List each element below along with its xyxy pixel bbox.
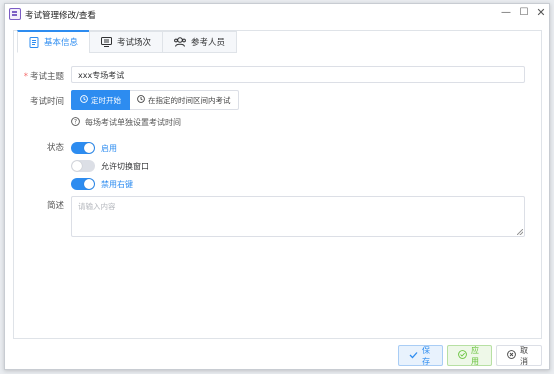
tab-participants[interactable]: 参考人员 bbox=[162, 30, 238, 53]
tab-bar: 基本信息 考试场次 参考人员 bbox=[17, 30, 238, 54]
description-label: 简述 bbox=[46, 201, 64, 211]
enable-switch[interactable] bbox=[71, 142, 95, 154]
subject-label: * 考试主题 bbox=[23, 72, 64, 82]
switch-rightclick-row: 禁用右键 bbox=[71, 178, 133, 190]
tab-label: 基本信息 bbox=[44, 38, 79, 48]
allow-switch-window-label: 允许切换窗口 bbox=[101, 161, 149, 171]
save-button[interactable]: 保存 bbox=[398, 345, 443, 366]
tab-label: 参考人员 bbox=[191, 38, 226, 48]
content-panel: 基本信息 考试场次 参考人员 * 考试主题 xxx专场考试 考试时间 定时开始 … bbox=[13, 30, 542, 339]
app-icon bbox=[9, 8, 21, 20]
status-label: 状态 bbox=[46, 143, 64, 153]
document-icon bbox=[29, 36, 39, 48]
time-label: 考试时间 bbox=[29, 97, 64, 107]
switch-window-row: 允许切换窗口 bbox=[71, 160, 149, 172]
clock-icon bbox=[80, 95, 88, 105]
check-icon bbox=[409, 351, 418, 361]
description-placeholder: 请输入内容 bbox=[78, 202, 116, 211]
minimize-button[interactable]: — bbox=[498, 5, 514, 21]
scheduled-start-option[interactable]: 定时开始 bbox=[71, 90, 130, 110]
resize-grip-icon[interactable] bbox=[517, 229, 523, 235]
maximize-button[interactable]: ☐ bbox=[516, 5, 532, 21]
time-hint: ? 每场考试单独设置考试时间 bbox=[71, 117, 181, 128]
time-mode-selector: 定时开始 在指定的时间区间内考试 bbox=[71, 90, 239, 110]
apply-button[interactable]: 应用 bbox=[447, 345, 492, 366]
enable-switch-label: 启用 bbox=[101, 143, 117, 153]
monitor-icon bbox=[101, 37, 113, 47]
disable-right-click-label: 禁用右键 bbox=[101, 179, 133, 189]
subject-input[interactable]: xxx专场考试 bbox=[71, 66, 525, 83]
close-circle-icon bbox=[507, 350, 516, 361]
check-circle-icon bbox=[458, 350, 467, 361]
description-textarea[interactable]: 请输入内容 bbox=[71, 196, 525, 237]
dialog-window: 考试管理修改/查看 — ☐ ✕ 基本信息 考试场次 参考人员 * 考试主题 xx… bbox=[4, 3, 550, 370]
window-title: 考试管理修改/查看 bbox=[25, 11, 96, 21]
switch-enable-row: 启用 bbox=[71, 142, 117, 154]
svg-text:?: ? bbox=[74, 119, 77, 126]
disable-right-click-switch[interactable] bbox=[71, 178, 95, 190]
tab-label: 考试场次 bbox=[117, 38, 152, 48]
users-icon bbox=[174, 37, 186, 47]
titlebar: 考试管理修改/查看 — ☐ ✕ bbox=[5, 4, 549, 26]
time-range-option[interactable]: 在指定的时间区间内考试 bbox=[130, 90, 239, 110]
history-icon bbox=[137, 95, 145, 105]
allow-switch-window-switch[interactable] bbox=[71, 160, 95, 172]
close-button[interactable]: ✕ bbox=[533, 5, 549, 21]
tab-exam-sessions[interactable]: 考试场次 bbox=[89, 30, 164, 53]
help-icon: ? bbox=[71, 117, 80, 128]
tab-basic-info[interactable]: 基本信息 bbox=[17, 30, 91, 53]
cancel-button[interactable]: 取消 bbox=[496, 345, 542, 366]
